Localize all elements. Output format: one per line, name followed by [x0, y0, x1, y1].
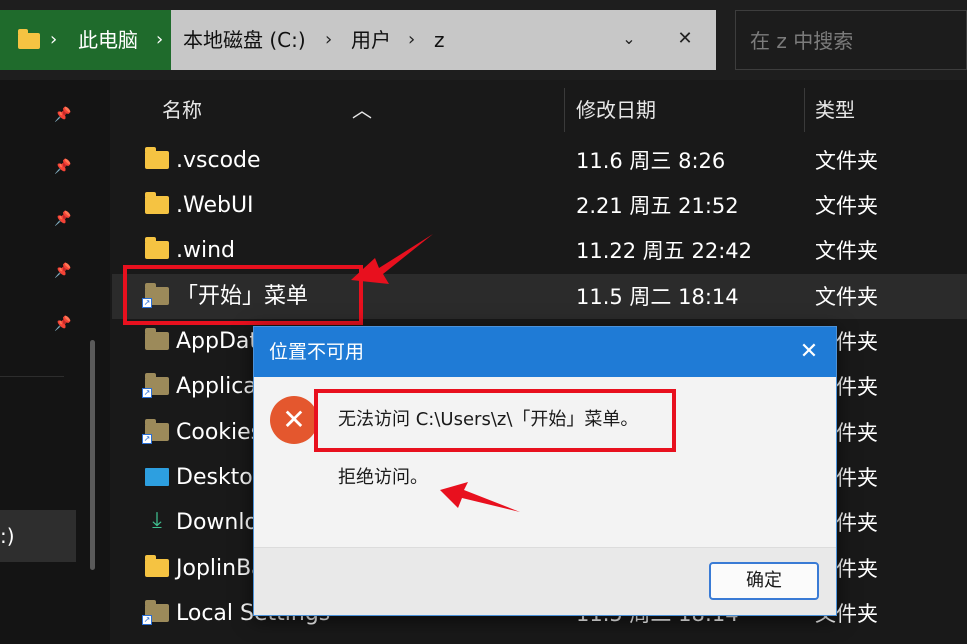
address-bar: › 此电脑 › 本地磁盘 (C:) › 用户 › z ⌄ ✕ 在 z 中搜索 — [0, 0, 967, 80]
column-divider[interactable] — [564, 88, 565, 132]
close-icon[interactable]: ✕ — [794, 338, 824, 366]
file-type: 文件夹 — [815, 285, 878, 309]
pin-icon[interactable]: 📌 — [52, 208, 74, 230]
nav-item-drive-c[interactable]: :) — [0, 510, 76, 562]
breadcrumb-z[interactable]: z — [434, 27, 445, 53]
chevron-right-icon[interactable]: › — [408, 27, 415, 53]
navigation-pane: 📌 📌 📌 📌 📌 :) — [0, 80, 110, 644]
file-modified: 11.5 周二 18:14 — [576, 285, 739, 309]
column-header-type[interactable]: 类型 — [815, 97, 855, 123]
file-name: Cookies — [176, 420, 263, 445]
folder-icon — [145, 147, 169, 169]
error-dialog: 位置不可用 ✕ ✕ 无法访问 C:\Users\z\「开始」菜单。 拒绝访问。 … — [253, 326, 837, 616]
file-name: .vscode — [176, 148, 261, 173]
chevron-right-icon[interactable]: › — [325, 27, 332, 53]
dialog-detail: 拒绝访问。 — [338, 467, 428, 488]
folder-icon — [18, 29, 40, 49]
folder-icon — [145, 555, 169, 577]
annotation-arrow-icon — [440, 482, 520, 512]
list-item[interactable]: .WebUI 2.21 周五 21:52 文件夹 — [112, 183, 967, 228]
breadcrumb-this-pc[interactable]: 此电脑 — [78, 27, 138, 53]
dialog-footer: 确定 — [254, 547, 836, 615]
annotation-arrow-icon — [351, 234, 433, 284]
ok-button[interactable]: 确定 — [709, 562, 819, 600]
folder-shortcut-icon: ↗ — [142, 600, 169, 625]
pin-icon[interactable]: 📌 — [52, 313, 74, 335]
folder-shortcut-icon: ↗ — [142, 373, 169, 398]
file-type: 文件夹 — [815, 149, 878, 173]
breadcrumb-users[interactable]: 用户 — [351, 27, 391, 53]
breadcrumb-local-disk[interactable]: 本地磁盘 (C:) — [183, 27, 306, 53]
download-icon: ⤓ — [152, 508, 162, 533]
folder-icon — [145, 237, 169, 259]
sort-ascending-icon: ︿ — [352, 98, 372, 122]
chevron-right-icon[interactable]: › — [156, 27, 163, 53]
file-modified: 2.21 周五 21:52 — [576, 194, 739, 218]
annotation-highlight-box — [123, 265, 363, 325]
column-header-modified[interactable]: 修改日期 — [576, 97, 656, 123]
list-item[interactable]: .vscode 11.6 周三 8:26 文件夹 — [112, 138, 967, 183]
dialog-title: 位置不可用 — [269, 341, 365, 363]
column-header-row: ︿ 名称 修改日期 类型 — [112, 80, 967, 140]
nav-divider — [0, 376, 64, 377]
file-modified: 11.6 周三 8:26 — [576, 149, 726, 173]
search-placeholder: 在 z 中搜索 — [750, 29, 854, 53]
search-input[interactable]: 在 z 中搜索 — [735, 10, 967, 70]
nav-scrollbar[interactable] — [90, 340, 95, 570]
file-name: .WebUI — [176, 193, 254, 218]
file-type: 文件夹 — [815, 239, 878, 263]
dialog-title-bar[interactable]: 位置不可用 ✕ — [254, 327, 836, 377]
folder-icon — [145, 192, 169, 214]
folder-icon — [145, 328, 169, 350]
nav-item-label: :) — [0, 524, 15, 548]
pin-icon[interactable]: 📌 — [52, 104, 74, 126]
chevron-down-icon[interactable]: ⌄ — [618, 26, 640, 52]
chevron-right-icon[interactable]: › — [50, 27, 57, 53]
close-icon[interactable]: ✕ — [674, 26, 696, 52]
folder-shortcut-icon: ↗ — [142, 419, 169, 444]
column-divider[interactable] — [804, 88, 805, 132]
annotation-highlight-box — [314, 389, 676, 452]
file-modified: 11.22 周五 22:42 — [576, 239, 752, 263]
pin-icon[interactable]: 📌 — [52, 260, 74, 282]
file-type: 文件夹 — [815, 194, 878, 218]
column-header-name[interactable]: 名称 — [162, 97, 202, 123]
desktop-icon — [145, 468, 169, 486]
pin-icon[interactable]: 📌 — [52, 156, 74, 178]
error-icon: ✕ — [270, 396, 318, 444]
file-name: .wind — [176, 238, 236, 263]
